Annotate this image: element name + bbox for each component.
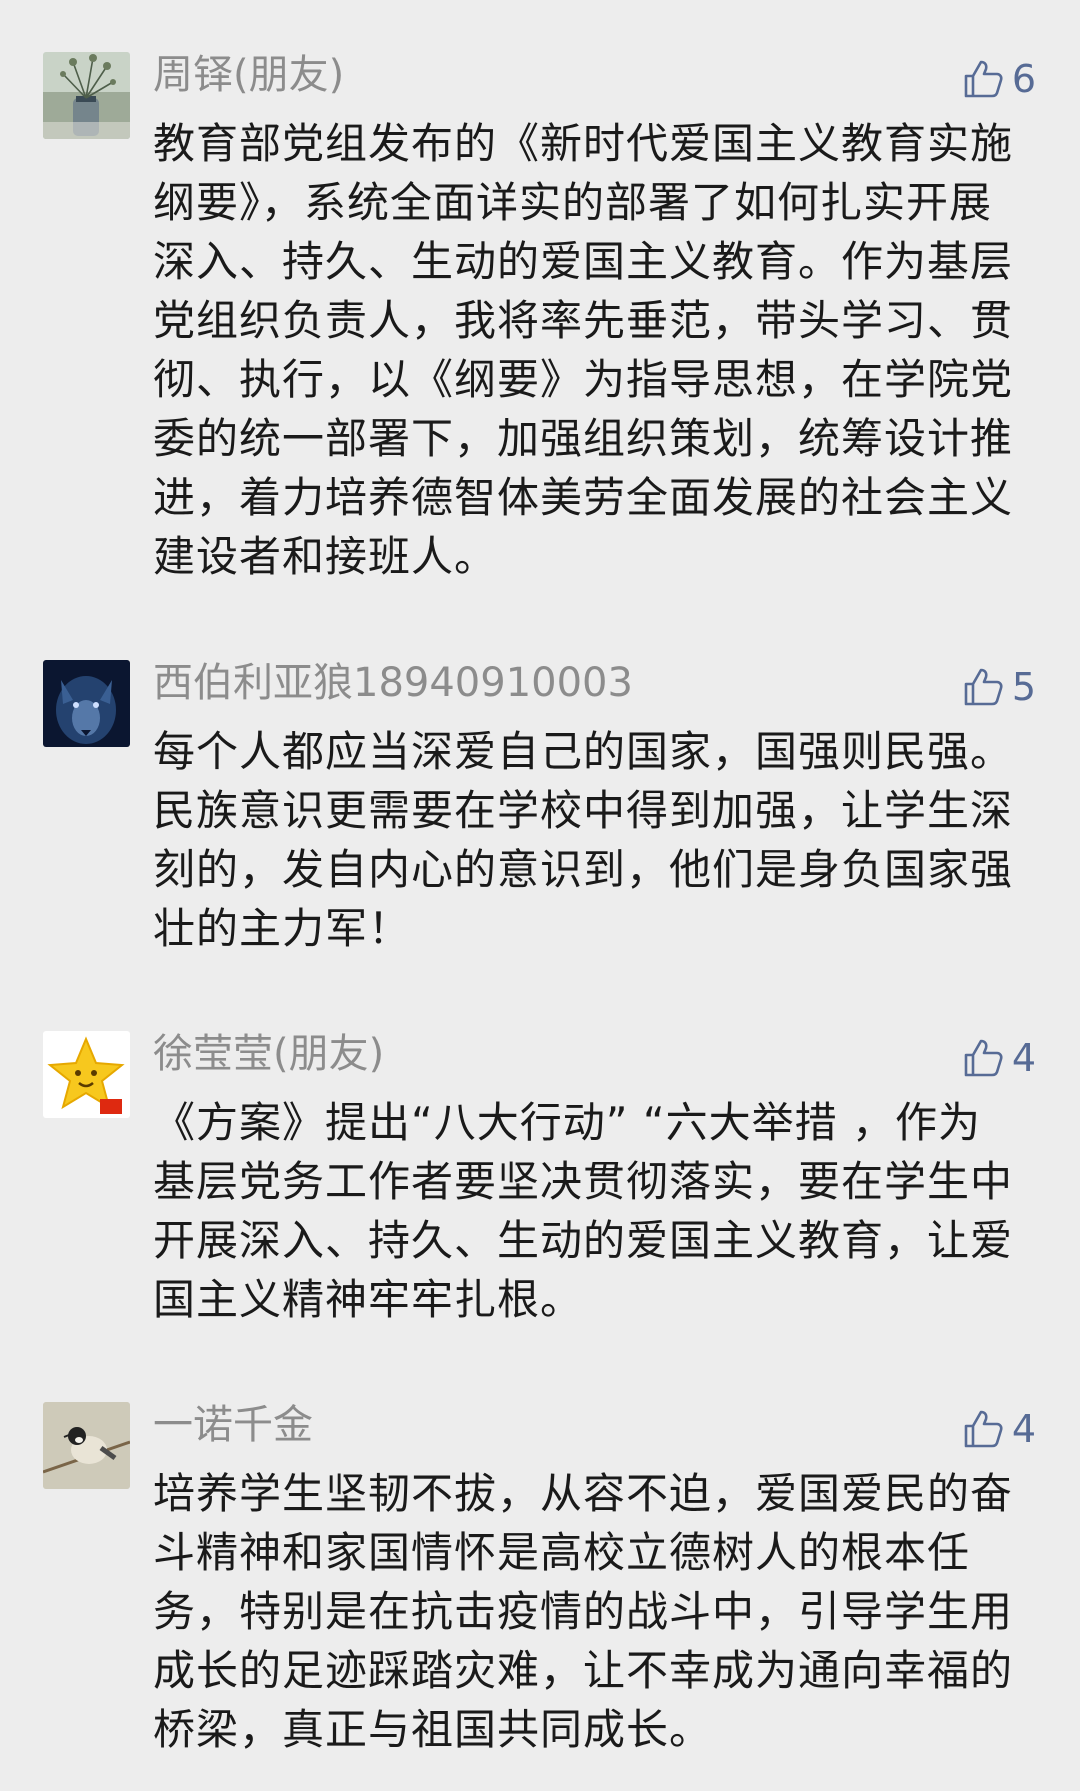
like-button[interactable]: 5 [962, 660, 1036, 714]
like-count: 4 [1011, 1407, 1036, 1451]
like-button[interactable]: 4 [962, 1031, 1036, 1085]
thumbs-up-icon [964, 668, 1003, 706]
comment-author[interactable]: 一诺千金 [153, 1398, 313, 1452]
avatar[interactable] [43, 1402, 130, 1489]
comment-text: 每个人都应当深爱自己的国家，国强则民强。民族意识更需要在学校中得到加强，让学生深… [153, 727, 1014, 953]
like-button[interactable]: 4 [962, 1402, 1036, 1456]
thumbs-up-icon [964, 1410, 1003, 1448]
china-flag-icon [100, 1099, 122, 1114]
thumbs-up-icon [964, 1039, 1003, 1077]
comment-text: 教育部党组发布的《新时代爱国主义教育实施纲要》，系统全面详实的部署了如何扎实开展… [153, 119, 1014, 581]
like-count: 6 [1011, 57, 1036, 101]
like-count: 5 [1011, 665, 1036, 709]
avatar[interactable] [43, 660, 130, 747]
like-count: 4 [1011, 1036, 1036, 1080]
thumbs-up-icon [964, 60, 1003, 98]
comment-text: 培养学生坚韧不拔，从容不迫，爱国爱民的奋斗精神和家国情怀是高校立德树人的根本任务… [153, 1469, 1014, 1754]
avatar[interactable] [43, 52, 130, 139]
comment-text: 《方案》提出“八大行动” “六大举措 ，作为基层党务工作者要坚决贯彻落实，要在学… [153, 1098, 1014, 1324]
comment-author[interactable]: 西伯利亚狼18940910003 [153, 656, 633, 710]
comment-author[interactable]: 周铎(朋友) [153, 48, 344, 102]
like-button[interactable]: 6 [962, 52, 1036, 106]
comment-author[interactable]: 徐莹莹(朋友) [153, 1027, 384, 1081]
